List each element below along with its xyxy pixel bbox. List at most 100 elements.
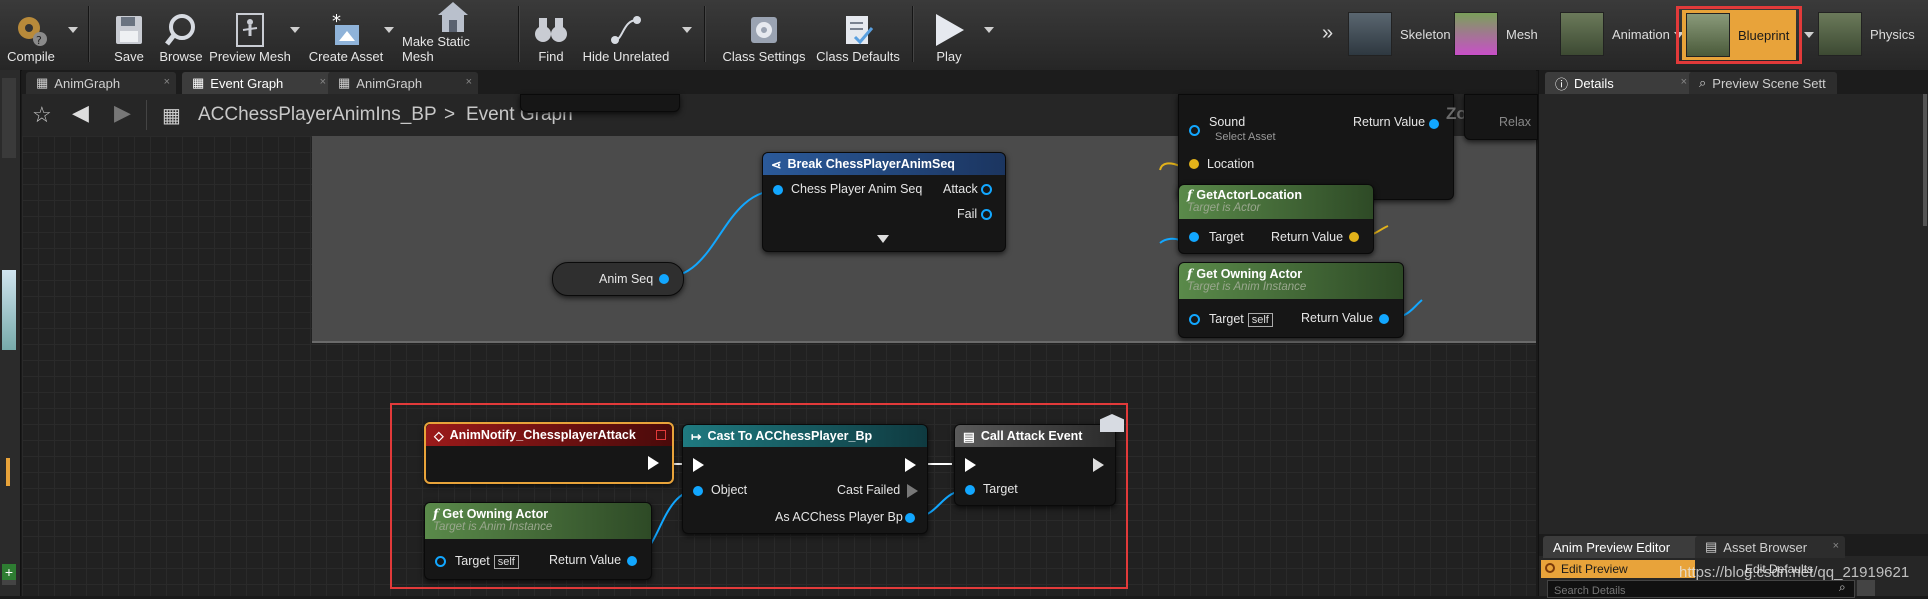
cast-to-node[interactable]: ↦ Cast To ACChessPlayer_Bp Object Cast Fa… <box>682 424 928 534</box>
radio-icon <box>1545 563 1555 573</box>
search-icon: ⌕ <box>1839 580 1846 594</box>
anim-seq-variable-node[interactable]: Anim Seq <box>552 262 684 296</box>
expand-arrow-icon[interactable] <box>877 235 889 243</box>
cast-as-label: As ACChess Player Bp <box>775 510 903 524</box>
goa-top-target-pin[interactable] <box>1189 314 1200 325</box>
event-diamond-icon: ◇ <box>434 428 444 443</box>
close-icon[interactable]: × <box>1681 76 1687 88</box>
sound-pin[interactable] <box>1189 125 1200 136</box>
cast-node-title: Cast To ACChessPlayer_Bp <box>707 429 873 443</box>
anim-notify-exec-out[interactable] <box>648 456 659 470</box>
fail-pin[interactable] <box>981 209 992 220</box>
function-icon: f <box>1187 187 1193 202</box>
attack-pin-label: Attack <box>943 182 978 196</box>
goa-bottom-return-label: Return Value <box>549 553 622 567</box>
call-event-exec-in[interactable] <box>965 458 976 472</box>
details-content <box>1539 94 1928 528</box>
call-event-header: ▤ Call Attack Event <box>955 425 1115 447</box>
details-icon: ⓘ <box>1555 76 1569 92</box>
chess-player-anim-seq-pin[interactable] <box>773 185 783 195</box>
call-event-target-label: Target <box>983 482 1018 496</box>
goa-bottom-subtitle: Target is Anim Instance <box>433 521 553 533</box>
gal-return-pin[interactable] <box>1349 232 1359 242</box>
break-chessplayer-node[interactable]: ⋖ Break ChessPlayerAnimSeq Chess Player A… <box>762 152 1006 252</box>
break-struct-icon: ⋖ <box>771 157 782 172</box>
relax-node[interactable]: Relax <box>1464 94 1538 140</box>
tab-anim-preview-editor[interactable]: Anim Preview Editor <box>1543 536 1701 558</box>
sound-return-pin[interactable] <box>1429 119 1439 129</box>
goa-bottom-return-pin[interactable] <box>627 556 637 566</box>
tab-details-label: Details <box>1574 75 1614 91</box>
cast-exec-out[interactable] <box>905 458 916 472</box>
watermark: https://blog.csdn.net/qq_21919621 <box>1679 564 1910 581</box>
sound-return-value-label: Return Value <box>1353 115 1426 129</box>
view-options-icon[interactable] <box>1857 580 1875 596</box>
goa-top-return-pin[interactable] <box>1379 314 1389 324</box>
partial-node-top[interactable] <box>520 94 680 112</box>
close-icon[interactable]: × <box>1833 540 1839 552</box>
function-icon: f <box>1187 266 1193 281</box>
get-actor-location-header: f GetActorLocation Target is Actor <box>1179 185 1373 219</box>
gal-return-label: Return Value <box>1271 230 1344 244</box>
sound-pin-label: Sound <box>1209 115 1246 129</box>
edit-preview-button[interactable]: Edit Preview <box>1541 560 1695 578</box>
break-node-title: Break ChessPlayerAnimSeq <box>787 157 955 171</box>
call-event-target-pin[interactable] <box>965 485 975 495</box>
edit-preview-label: Edit Preview <box>1561 562 1628 576</box>
anim-seq-out-pin[interactable] <box>659 274 669 284</box>
anim-notify-event-node[interactable]: ◇ AnimNotify_ChessplayerAttack <box>424 422 674 484</box>
goa-bottom-header: f Get Owning Actor Target is Anim Instanc… <box>425 503 651 539</box>
get-actor-location-node[interactable]: f GetActorLocation Target is Actor Target… <box>1178 184 1374 254</box>
anim-notify-title: AnimNotify_ChessplayerAttack <box>449 428 636 442</box>
cast-object-label: Object <box>711 483 748 497</box>
get-owning-actor-node-bottom[interactable]: f Get Owning Actor Target is Anim Instanc… <box>424 502 652 580</box>
fail-pin-label: Fail <box>957 207 978 221</box>
gal-target-label: Target <box>1209 230 1244 244</box>
goa-bottom-target-pin[interactable] <box>435 556 446 567</box>
search-details-input[interactable]: Search Details <box>1547 580 1855 598</box>
cast-object-pin[interactable] <box>693 486 703 496</box>
cast-failed-label: Cast Failed <box>837 483 901 497</box>
get-actor-location-subtitle: Target is Actor <box>1187 202 1261 214</box>
call-event-title: Call Attack Event <box>980 429 1083 443</box>
wire-target-in <box>1159 237 1181 244</box>
anim-notify-header: ◇ AnimNotify_ChessplayerAttack <box>426 424 672 446</box>
cast-exec-in[interactable] <box>693 458 704 472</box>
call-attack-event-node[interactable]: ▤ Call Attack Event Target <box>954 424 1116 506</box>
cast-failed-exec-icon <box>907 484 918 498</box>
goa-top-target-label: Target self <box>1209 312 1273 327</box>
self-box: self <box>493 555 519 569</box>
location-pin-label: Location <box>1207 157 1255 171</box>
goa-bottom-title: Get Owning Actor <box>442 507 549 521</box>
tab-preview-scene[interactable]: ⌕ Preview Scene Sett <box>1689 72 1837 94</box>
attack-pin[interactable] <box>981 184 992 195</box>
get-owning-actor-node-top[interactable]: f Get Owning Actor Target is Anim Instanc… <box>1178 262 1404 338</box>
call-event-icon: ▤ <box>963 429 975 444</box>
cast-arrow-icon: ↦ <box>691 429 702 444</box>
preview-scene-icon: ⌕ <box>1699 75 1707 90</box>
goa-top-header: f Get Owning Actor Target is Anim Instanc… <box>1179 263 1403 299</box>
cast-as-pin[interactable] <box>905 513 915 523</box>
tab-asset-browser-label: Asset Browser <box>1723 539 1808 555</box>
tab-anim-preview-label: Anim Preview Editor <box>1553 539 1671 555</box>
break-node-header: ⋖ Break ChessPlayerAnimSeq <box>763 153 1005 175</box>
anim-seq-label: Anim Seq <box>599 272 654 286</box>
tab-asset-browser[interactable]: ▤ Asset Browser × <box>1695 536 1845 558</box>
chess-player-anim-seq-label: Chess Player Anim Seq <box>791 182 923 196</box>
goa-top-title: Get Owning Actor <box>1196 267 1303 281</box>
asset-browser-icon: ▤ <box>1705 539 1718 554</box>
select-asset-dropdown[interactable]: Select Asset <box>1215 131 1276 143</box>
wire-location-in <box>1159 162 1181 171</box>
gal-target-pin[interactable] <box>1189 232 1199 242</box>
get-actor-location-title: GetActorLocation <box>1196 188 1302 202</box>
tab-preview-label: Preview Scene Sett <box>1712 75 1826 91</box>
tab-details[interactable]: ⓘ Details × <box>1545 72 1693 94</box>
event-delegate-pin[interactable] <box>656 430 666 440</box>
cast-node-header: ↦ Cast To ACChessPlayer_Bp <box>683 425 927 447</box>
relax-label: Relax <box>1499 115 1531 129</box>
goa-top-return-label: Return Value <box>1301 311 1374 325</box>
location-pin[interactable] <box>1189 159 1199 169</box>
call-event-exec-out[interactable] <box>1093 458 1104 472</box>
function-icon: f <box>433 506 439 521</box>
details-scrollbar[interactable] <box>1923 94 1927 226</box>
